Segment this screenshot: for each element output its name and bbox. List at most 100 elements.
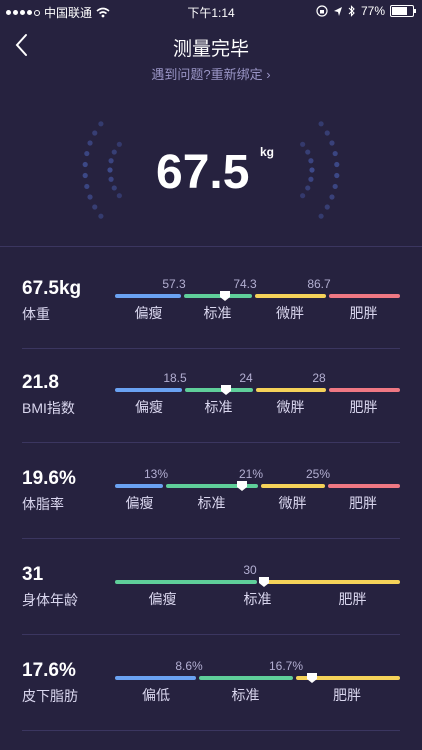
range-segment (260, 484, 325, 488)
decor-dot (318, 121, 324, 127)
range-segment (328, 388, 400, 392)
current-value-marker (237, 481, 248, 491)
range-segment (115, 484, 163, 488)
threshold-label: 13% (143, 467, 169, 481)
battery-icon (390, 5, 416, 17)
metric-value: 17.6% (22, 660, 76, 681)
metric-label: 体重 (22, 306, 50, 322)
range-category: 肥胖 (349, 305, 378, 321)
weight-unit: kg (260, 145, 275, 159)
decor-dot (98, 213, 104, 219)
decor-dot (108, 176, 114, 182)
decor-dot (82, 172, 88, 179)
range-segment (198, 676, 293, 680)
threshold-label: 57.3 (162, 277, 186, 291)
decor-dot (108, 158, 114, 164)
range-segment (115, 580, 257, 584)
range-category: 标准 (203, 305, 232, 321)
range-segment (183, 294, 252, 298)
range-category: 偏瘦 (125, 495, 154, 511)
decor-dot (98, 121, 104, 127)
range-category: 肥胖 (338, 591, 367, 607)
range-segment (184, 388, 253, 392)
range-segment (115, 388, 182, 392)
range-segment (328, 294, 400, 298)
threshold-label: 74.3 (233, 277, 257, 291)
metric-value: 21.8 (22, 372, 59, 393)
decor-dot (92, 130, 98, 136)
metric-label: 皮下脂肪 (22, 688, 78, 704)
row-divider (22, 442, 400, 443)
threshold-label: 8.6% (175, 659, 203, 673)
range-category: 微胖 (278, 495, 307, 511)
range-category: 微胖 (276, 305, 304, 321)
page-title: 测量完毕 (172, 39, 249, 60)
range-category: 肥胖 (349, 399, 378, 415)
metric-value: 19.6% (22, 468, 76, 489)
decor-dot (324, 204, 330, 210)
range-segment (255, 388, 326, 392)
rebind-link[interactable]: 遇到问题?重新绑定 › (0, 64, 422, 83)
metric-value: 31 (22, 564, 44, 585)
range-category: 标准 (197, 495, 226, 511)
decor-dot (324, 130, 330, 136)
threshold-label: 18.5 (163, 371, 187, 385)
row-divider (22, 634, 400, 635)
range-category: 偏低 (142, 687, 170, 703)
current-value-marker (220, 385, 231, 395)
metric-row[interactable]: 67.5kg 体重 57.3 74.3 86.7 偏瘦 标准 微胖 肥胖 (0, 258, 422, 354)
threshold-label: 86.7 (307, 277, 331, 291)
metric-row[interactable]: 17.6% 皮下脂肪 8.6% 16.7% 偏低 标准 肥胖 (0, 640, 422, 736)
range-segment (254, 294, 326, 298)
decor-dot (305, 185, 311, 191)
threshold-label: 16.7% (268, 659, 304, 673)
decor-dot (334, 172, 340, 179)
decor-dot (300, 193, 306, 199)
threshold-label: 28 (312, 371, 326, 385)
range-category: 标准 (243, 591, 272, 607)
location-icon (333, 6, 342, 16)
decor-dot (308, 176, 314, 182)
decor-dot (329, 140, 335, 146)
current-value-marker (219, 291, 230, 301)
threshold-label: 24 (239, 371, 253, 385)
range-category: 偏瘦 (148, 591, 177, 607)
decor-dot (111, 149, 117, 155)
metric-label: BMI指数 (22, 400, 75, 416)
decor-dot (111, 185, 117, 191)
decor-dot (329, 194, 335, 200)
metric-label: 体脂率 (22, 496, 64, 512)
threshold-label: 21% (238, 467, 264, 481)
range-category: 肥胖 (333, 687, 361, 703)
bluetooth-icon (348, 5, 355, 17)
decor-dot (87, 194, 93, 200)
decor-dot (84, 150, 90, 157)
metric-row[interactable]: 31 身体年龄 30 偏瘦 标准 肥胖 (0, 544, 422, 640)
decor-dot (300, 141, 306, 147)
threshold-label: 25% (305, 467, 331, 481)
decor-dot (87, 140, 93, 146)
decor-dot (82, 161, 88, 168)
rotation-lock-icon (316, 5, 328, 17)
status-bar: 中国联通 下午1:14 77% (0, 0, 422, 22)
row-divider (22, 538, 400, 539)
range-category: 微胖 (276, 399, 305, 415)
range-segment (259, 580, 400, 584)
metric-row[interactable]: 19.6% 体脂率 13% 21% 25% 偏瘦 标准 微胖 肥胖 (0, 448, 422, 544)
decor-dot (332, 183, 338, 190)
current-value-marker (307, 673, 317, 683)
range-segment (115, 294, 181, 298)
range-segment (327, 484, 400, 488)
decor-dot (84, 183, 90, 190)
decor-dot (332, 150, 338, 157)
hero-divider (0, 246, 422, 247)
row-divider (22, 730, 400, 731)
decor-dot (305, 149, 311, 155)
decor-dot (308, 158, 314, 164)
metric-row[interactable]: 21.8 BMI指数 18.5 24 28 偏瘦 标准 微胖 肥胖 (0, 352, 422, 448)
threshold-label: 30 (243, 563, 257, 577)
battery-percent: 77% (360, 4, 385, 18)
range-segment (115, 676, 196, 680)
range-category: 偏瘦 (134, 305, 163, 321)
range-category: 肥胖 (349, 495, 377, 511)
